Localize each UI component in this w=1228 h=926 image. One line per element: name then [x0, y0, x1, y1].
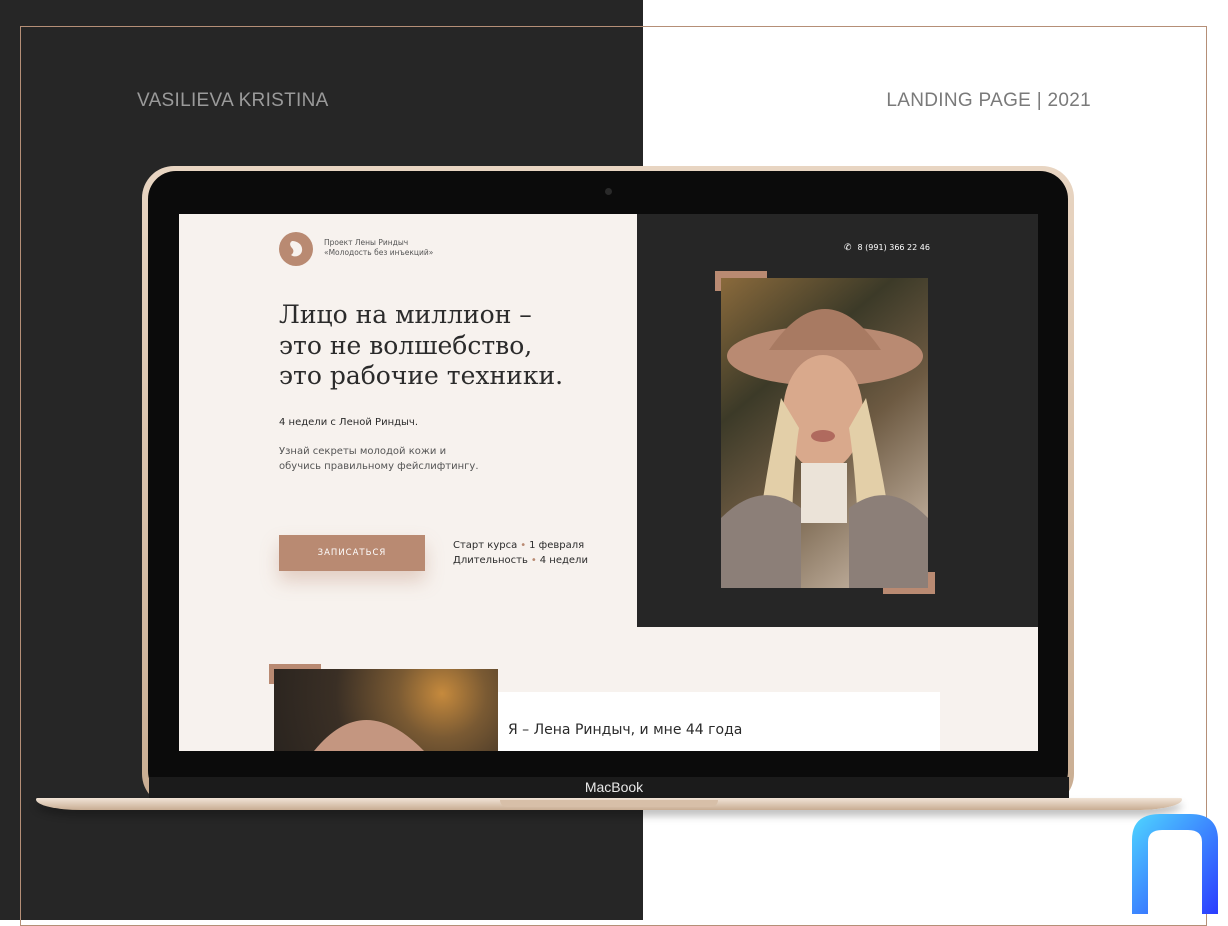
- signup-button[interactable]: ЗАПИСАТЬСЯ: [279, 535, 425, 571]
- start-label: Старт курса: [453, 540, 518, 551]
- phone-icon: ✆: [844, 243, 852, 253]
- duration-value: 4 недели: [539, 554, 588, 566]
- project-title: LANDING PAGE | 2021: [886, 90, 1091, 111]
- author-name: VASILIEVA KRISTINA: [137, 90, 329, 111]
- course-duration: Длительность • 4 недели: [453, 554, 588, 569]
- dot-separator: •: [530, 554, 537, 566]
- hero-headline: Лицо на миллион – это не волшебство, это…: [279, 300, 629, 392]
- camera-icon: [605, 188, 612, 195]
- hero-subhead: 4 недели с Леной Риндыч.: [279, 417, 419, 428]
- description-line-2: обучись правильному фейслифтингу.: [279, 460, 479, 472]
- hero-description: Узнай секреты молодой кожи и обучись пра…: [279, 445, 509, 474]
- headline-line-1: Лицо на миллион –: [279, 300, 532, 329]
- start-value: 1 февраля: [529, 540, 585, 551]
- duration-label: Длительность: [453, 554, 528, 566]
- logo-icon[interactable]: [279, 232, 313, 266]
- macbook-label: MacBook: [584, 779, 644, 795]
- landing-page-screen: Проект Лены Риндыч «Молодость без инъекц…: [179, 214, 1038, 751]
- logo-text: Проект Лены Риндыч «Молодость без инъекц…: [324, 238, 433, 258]
- hero-portrait-photo: [721, 278, 928, 588]
- headline-line-3: это рабочие техники.: [279, 361, 564, 390]
- description-line-1: Узнай секреты молодой кожи и: [279, 446, 447, 457]
- intro-heading: Я – Лена Риндыч, и мне 44 года: [508, 722, 743, 738]
- logo-line-2: «Молодость без инъекций»: [324, 248, 434, 257]
- intro-photo: [274, 669, 498, 751]
- course-start: Старт курса • 1 февраля: [453, 539, 588, 554]
- headline-line-2: это не волшебство,: [279, 330, 533, 360]
- phone-number: 8 (991) 366 22 46: [857, 243, 930, 252]
- laptop-notch: [500, 800, 718, 807]
- phone-link[interactable]: ✆ 8 (991) 366 22 46: [844, 243, 930, 253]
- dot-separator: •: [520, 540, 527, 551]
- brand-mark-icon: [1130, 810, 1222, 920]
- course-meta: Старт курса • 1 февраля Длительность • 4 нед…: [453, 539, 588, 568]
- logo-line-1: Проект Лены Риндыч: [324, 238, 409, 247]
